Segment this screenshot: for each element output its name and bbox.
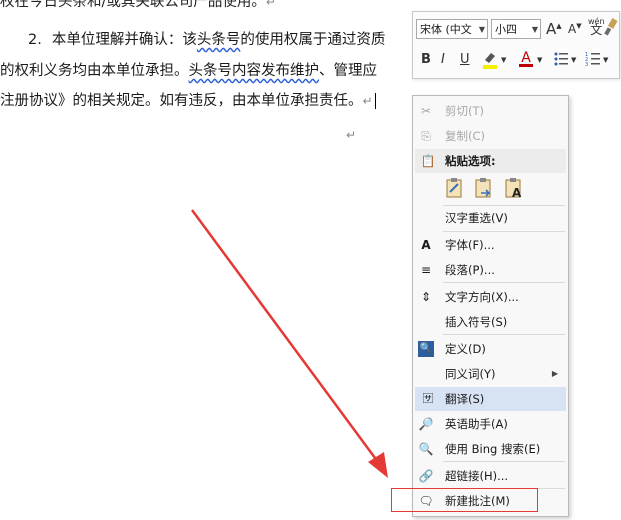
annotation-highlight-box — [391, 488, 538, 512]
submenu-arrow-icon: ▶ — [551, 369, 558, 378]
context-menu: ✂ 剪切(T) ⎘ 复制(C) 📋 粘贴选项: A 汉字重选(V) A 字体(F… — [412, 95, 569, 517]
font-size-value: 小四 — [495, 23, 517, 36]
menu-item-english-assistant[interactable]: 🔎 英语助手(A) — [413, 412, 568, 436]
menu-item-paragraph[interactable]: ≡ 段落(P)... — [413, 258, 568, 282]
shrink-font-button[interactable]: A▼ — [568, 22, 582, 36]
english-assistant-icon: 🔎 — [418, 417, 434, 431]
menu-item-translate[interactable]: 🈂 翻译(S) — [415, 387, 566, 411]
svg-text:A: A — [512, 186, 522, 199]
chevron-down-icon[interactable]: ▼ — [537, 56, 542, 64]
chevron-down-icon[interactable]: ▼ — [603, 56, 608, 64]
font-color-button[interactable]: A — [519, 50, 533, 67]
translate-icon: 🈂 — [422, 392, 434, 405]
font-name-value: 宋体 (中文 — [420, 23, 472, 36]
chevron-down-icon: ▼ — [531, 25, 538, 34]
bullets-list-icon[interactable] — [553, 50, 569, 72]
italic-button[interactable]: I — [441, 52, 445, 67]
mini-toolbar: 宋体 (中文 ▼ 小四 ▼ A▲ A▼ wén 文 B I U ▼ A ▼ ▼ 1… — [412, 11, 620, 79]
underline-button[interactable]: U — [460, 52, 470, 67]
menu-item-cut[interactable]: ✂ 剪切(T) — [413, 99, 568, 123]
text-direction-icon: ⇕ — [420, 290, 432, 304]
paste-text-only-icon[interactable]: A — [502, 176, 526, 200]
numbered-list-icon[interactable]: 123 — [585, 50, 601, 72]
menu-item-reconvert[interactable]: 汉字重选(V) — [413, 206, 568, 230]
menu-item-insert-symbol[interactable]: 插入符号(S) — [413, 310, 568, 334]
phonetic-guide-button[interactable]: wén 文 — [588, 17, 605, 36]
paste-merge-formatting-icon[interactable] — [472, 176, 496, 200]
bold-button[interactable]: B — [421, 52, 431, 67]
menu-item-font[interactable]: A 字体(F)... — [413, 233, 568, 257]
menu-item-bing-search[interactable]: 🔍 使用 Bing 搜索(E) — [413, 437, 568, 461]
font-size-select[interactable]: 小四 ▼ — [491, 19, 541, 39]
font-name-select[interactable]: 宋体 (中文 ▼ — [416, 19, 488, 39]
menu-item-text-direction[interactable]: ⇕ 文字方向(X)... — [413, 285, 568, 309]
format-painter-icon[interactable] — [604, 18, 618, 40]
clipboard-icon: 📋 — [420, 154, 436, 168]
menu-separator — [443, 461, 565, 462]
menu-item-copy[interactable]: ⎘ 复制(C) — [413, 124, 568, 148]
copy-icon: ⎘ — [421, 129, 431, 143]
bing-search-icon: 🔍 — [418, 442, 434, 456]
menu-item-define[interactable]: 🔍 定义(D) — [413, 337, 568, 361]
paragraph-icon: ≡ — [420, 263, 432, 277]
chevron-down-icon: ▼ — [478, 25, 485, 34]
svg-text:3: 3 — [585, 62, 588, 68]
chevron-down-icon[interactable]: ▼ — [501, 56, 506, 64]
paste-keep-formatting-icon[interactable] — [443, 176, 467, 200]
highlight-icon[interactable] — [481, 50, 499, 74]
hyperlink-icon: 🔗 — [418, 469, 434, 483]
menu-item-hyperlink[interactable]: 🔗 超链接(H)... — [413, 464, 568, 488]
menu-separator — [443, 231, 565, 232]
scissors-icon: ✂ — [420, 104, 432, 118]
font-icon: A — [421, 238, 431, 252]
menu-item-synonyms[interactable]: 同义词(Y) ▶ — [413, 362, 568, 386]
menu-separator — [443, 334, 565, 335]
menu-separator — [443, 282, 565, 283]
chevron-down-icon[interactable]: ▼ — [571, 56, 576, 64]
grow-font-button[interactable]: A▲ — [546, 20, 562, 38]
define-icon: 🔍 — [418, 341, 434, 357]
menu-header-paste-options: 📋 粘贴选项: — [415, 149, 566, 173]
